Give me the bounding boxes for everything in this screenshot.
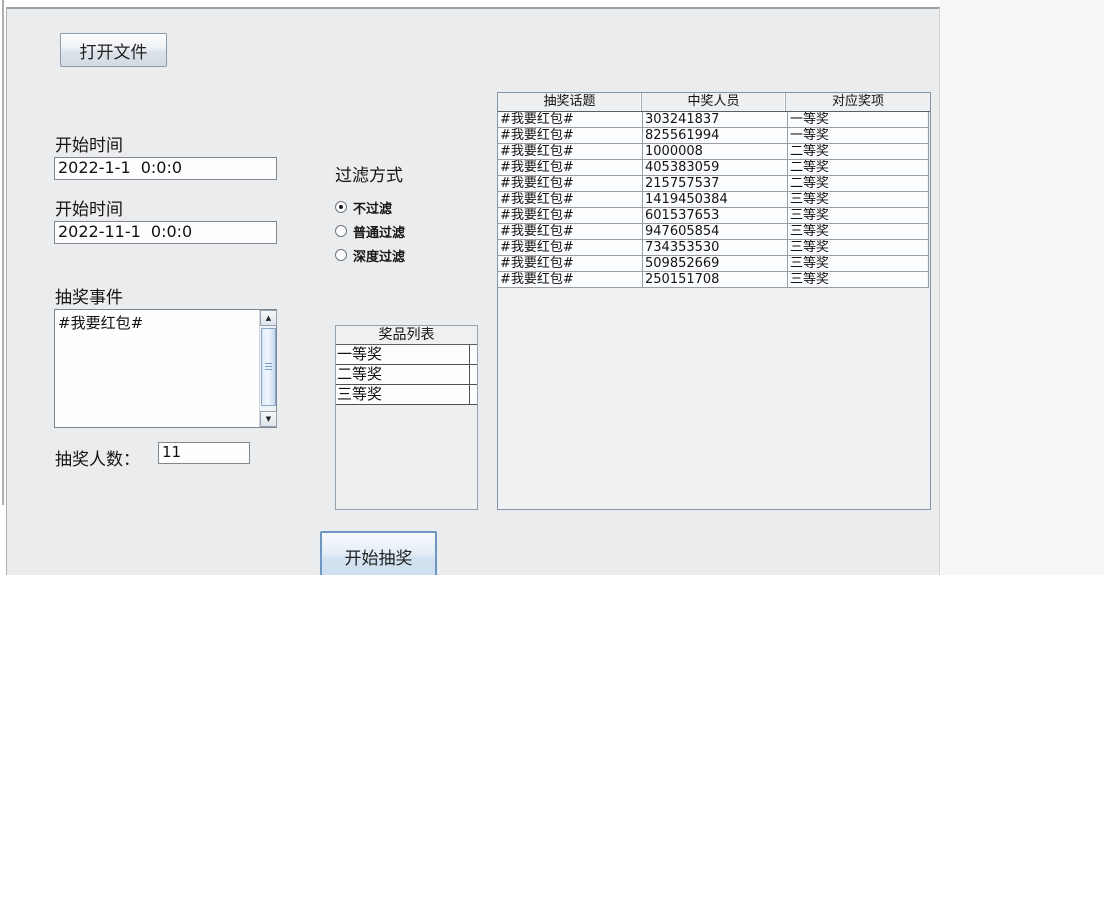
prize-list-header: 奖品列表 [336, 326, 477, 345]
table-row[interactable]: #我要红包# 215757537 二等奖 [498, 176, 929, 192]
table-cell: #我要红包# [498, 256, 643, 272]
table-row[interactable]: #我要红包# 250151708 三等奖 [498, 272, 929, 288]
list-item[interactable]: 二等奖 [336, 365, 477, 385]
event-label: 抽奖事件 [55, 288, 123, 308]
results-table-pane: 抽奖话题 中奖人员 对应奖项 #我要红包# 303241837 一等奖 #我要红… [497, 92, 931, 510]
scrollbar-thumb[interactable] [261, 328, 276, 406]
desktop-edge-artifact [2, 0, 4, 505]
prize-grid-line [469, 345, 470, 405]
table-cell: 825561994 [643, 128, 788, 144]
draw-count-input[interactable]: 11 [158, 442, 250, 464]
table-cell: 215757537 [643, 176, 788, 192]
table-cell: 三等奖 [788, 224, 929, 240]
radio-no-filter[interactable]: 不过滤 [335, 195, 405, 219]
radio-label: 不过滤 [353, 201, 393, 217]
radio-label: 普通过滤 [353, 225, 406, 241]
table-row[interactable]: #我要红包# 303241837 一等奖 [498, 112, 929, 128]
table-row[interactable]: #我要红包# 734353530 三等奖 [498, 240, 929, 256]
table-cell: 三等奖 [788, 208, 929, 224]
table-cell: 二等奖 [788, 176, 929, 192]
table-cell: 三等奖 [788, 192, 929, 208]
radio-button-icon[interactable] [335, 249, 347, 261]
table-row[interactable]: #我要红包# 1419450384 三等奖 [498, 192, 929, 208]
table-cell: 250151708 [643, 272, 788, 288]
table-cell: #我要红包# [498, 240, 643, 256]
desktop: 打开文件 开始时间 2022-1-1 0:0:0 开始时间 2022-11-1 … [0, 0, 1104, 898]
radio-button-icon[interactable] [335, 225, 347, 237]
start-time-input-1[interactable]: 2022-1-1 0:0:0 [54, 157, 277, 180]
table-row[interactable]: #我要红包# 1000008 二等奖 [498, 144, 929, 160]
table-cell: #我要红包# [498, 192, 643, 208]
table-row[interactable]: #我要红包# 947605854 三等奖 [498, 224, 929, 240]
vertical-scrollbar[interactable]: ▲ ▼ [259, 310, 277, 427]
start-time-input-2[interactable]: 2022-11-1 0:0:0 [54, 221, 277, 244]
start-time-label-2: 开始时间 [55, 200, 123, 220]
filter-radio-group: 不过滤 普通过滤 深度过滤 [335, 195, 405, 267]
table-cell: 二等奖 [788, 160, 929, 176]
table-row[interactable]: #我要红包# 601537653 三等奖 [498, 208, 929, 224]
radio-label: 深度过滤 [353, 249, 406, 265]
start-time-label-1: 开始时间 [55, 136, 123, 156]
background-right [940, 0, 1104, 575]
prize-list-body: 一等奖 二等奖 三等奖 [336, 345, 477, 405]
column-header-topic[interactable]: 抽奖话题 [498, 93, 642, 111]
table-row[interactable]: #我要红包# 405383059 二等奖 [498, 160, 929, 176]
list-item[interactable]: 一等奖 [336, 345, 477, 365]
table-row[interactable]: #我要红包# 825561994 一等奖 [498, 128, 929, 144]
table-cell: 1000008 [643, 144, 788, 160]
table-cell: #我要红包# [498, 224, 643, 240]
table-cell: 303241837 [643, 112, 788, 128]
lottery-app-window: 打开文件 开始时间 2022-1-1 0:0:0 开始时间 2022-11-1 … [6, 7, 940, 575]
column-header-winner[interactable]: 中奖人员 [642, 93, 786, 111]
table-cell: 405383059 [643, 160, 788, 176]
table-cell: 一等奖 [788, 128, 929, 144]
table-cell: #我要红包# [498, 272, 643, 288]
table-cell: #我要红包# [498, 128, 643, 144]
table-cell: 1419450384 [643, 192, 788, 208]
prize-list-pane: 奖品列表 一等奖 二等奖 三等奖 [335, 325, 478, 510]
table-cell: #我要红包# [498, 112, 643, 128]
table-cell: 三等奖 [788, 240, 929, 256]
table-cell: 三等奖 [788, 272, 929, 288]
scroll-up-icon[interactable]: ▲ [260, 310, 277, 326]
draw-count-label: 抽奖人数： [55, 450, 140, 470]
results-table-body: #我要红包# 303241837 一等奖 #我要红包# 825561994 一等… [498, 112, 929, 288]
table-cell: #我要红包# [498, 144, 643, 160]
table-cell: 509852669 [643, 256, 788, 272]
table-cell: 734353530 [643, 240, 788, 256]
filter-mode-title: 过滤方式 [335, 166, 403, 186]
results-table-header: 抽奖话题 中奖人员 对应奖项 [498, 93, 930, 112]
radio-button-icon[interactable] [335, 201, 347, 213]
table-cell: 601537653 [643, 208, 788, 224]
table-row[interactable]: #我要红包# 509852669 三等奖 [498, 256, 929, 272]
column-header-prize[interactable]: 对应奖项 [786, 93, 930, 111]
event-textarea[interactable]: #我要红包# ▲ ▼ [54, 309, 277, 428]
table-cell: #我要红包# [498, 208, 643, 224]
table-cell: 三等奖 [788, 256, 929, 272]
table-cell: #我要红包# [498, 176, 643, 192]
scroll-down-icon[interactable]: ▼ [260, 411, 277, 427]
event-textarea-value: #我要红包# [58, 314, 144, 332]
radio-deep-filter[interactable]: 深度过滤 [335, 243, 405, 267]
table-cell: #我要红包# [498, 160, 643, 176]
start-draw-button[interactable]: 开始抽奖 [320, 531, 437, 575]
table-cell: 二等奖 [788, 144, 929, 160]
list-item[interactable]: 三等奖 [336, 385, 477, 405]
table-cell: 947605854 [643, 224, 788, 240]
radio-normal-filter[interactable]: 普通过滤 [335, 219, 405, 243]
table-cell: 一等奖 [788, 112, 929, 128]
open-file-button[interactable]: 打开文件 [60, 33, 167, 67]
